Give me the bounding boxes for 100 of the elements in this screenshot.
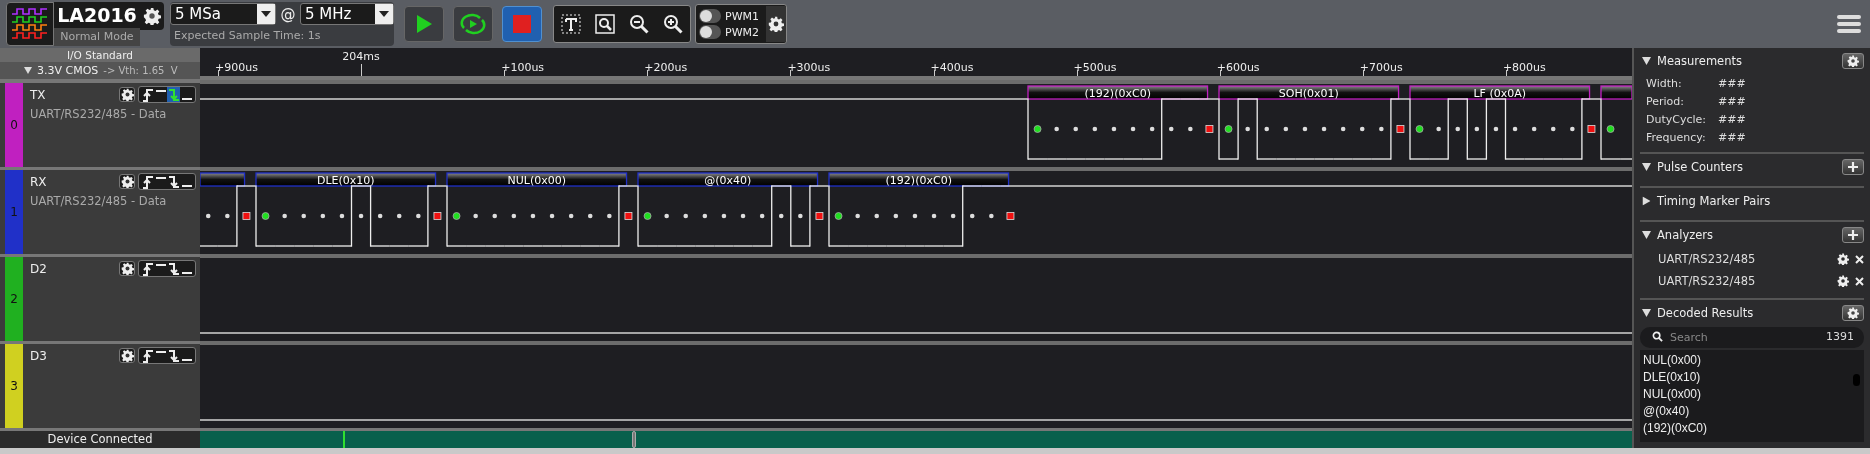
data-bit-dot bbox=[1264, 126, 1270, 132]
frequency-dropdown[interactable]: 5 MHz bbox=[300, 3, 394, 25]
close-icon[interactable] bbox=[1855, 254, 1864, 264]
channel-settings-button[interactable] bbox=[119, 348, 135, 363]
data-bit-dot bbox=[377, 213, 383, 219]
section-header[interactable]: Measurements bbox=[1640, 54, 1742, 68]
zoom-fit-button[interactable] bbox=[592, 11, 618, 37]
channel-settings-button[interactable] bbox=[119, 261, 135, 276]
data-bit-dot bbox=[798, 213, 803, 219]
data-bit-dot bbox=[1283, 126, 1289, 132]
data-bit-dot bbox=[1149, 126, 1155, 132]
data-bit-dot bbox=[1493, 126, 1499, 132]
start-bit-dot bbox=[1415, 125, 1424, 133]
data-bit-dot bbox=[969, 213, 975, 219]
channel-name[interactable]: D2 bbox=[30, 261, 119, 276]
data-bit-dot bbox=[1455, 126, 1461, 132]
status-label: Device Connected bbox=[0, 428, 200, 448]
channel-name[interactable]: RX bbox=[30, 174, 119, 189]
decoded-frame-bar[interactable] bbox=[1027, 85, 1209, 100]
start-bit-trace bbox=[255, 185, 276, 247]
channel-number: 0 bbox=[10, 118, 18, 132]
decoded-result-item[interactable]: NUL(0x00) bbox=[1643, 352, 1861, 369]
data-bit-dot bbox=[492, 213, 498, 219]
data-bit-dot bbox=[1474, 126, 1480, 132]
decoded-frame-bar[interactable] bbox=[637, 172, 819, 187]
data-bit-dot bbox=[1092, 126, 1098, 132]
play-icon bbox=[415, 14, 433, 34]
settings-icon[interactable] bbox=[1837, 275, 1849, 287]
data-bit-dot bbox=[912, 213, 918, 219]
channel-settings-button[interactable] bbox=[119, 174, 135, 189]
data-bit-dot bbox=[1130, 126, 1136, 132]
data-bit-dot bbox=[1321, 126, 1327, 132]
data-bit-dot bbox=[1054, 126, 1059, 132]
pwm-settings-button[interactable] bbox=[766, 6, 786, 42]
decoded-frame-bar[interactable] bbox=[255, 172, 437, 187]
text-tool-button[interactable] bbox=[558, 11, 584, 37]
start-bit-dot bbox=[452, 212, 461, 220]
data-bit-dot bbox=[396, 213, 402, 219]
expand-arrow-icon[interactable] bbox=[24, 67, 32, 74]
tick-label: +100us bbox=[501, 61, 545, 74]
channel-name[interactable]: TX bbox=[30, 87, 119, 102]
section-header[interactable]: Pulse Counters bbox=[1640, 160, 1743, 174]
pwm-label: PWM1 bbox=[725, 9, 759, 23]
decoded-frame-bar[interactable] bbox=[828, 172, 1010, 187]
decoder-settings-button[interactable] bbox=[1842, 305, 1864, 321]
decoded-frame-bar[interactable] bbox=[1409, 85, 1591, 100]
channel-settings-button[interactable] bbox=[119, 87, 135, 102]
analyzer-item[interactable]: UART/RS232/485 bbox=[1658, 274, 1831, 288]
start-bit-trace bbox=[1409, 98, 1430, 160]
stop-bit-marker bbox=[242, 212, 251, 220]
sample-rate-dropdown[interactable]: 5 MSa bbox=[170, 3, 276, 25]
settings-button[interactable] bbox=[140, 2, 164, 30]
io-standard-value[interactable]: 3.3V CMOS bbox=[37, 64, 99, 77]
data-bit-dot bbox=[530, 213, 536, 219]
data-bit-dot bbox=[320, 213, 326, 219]
settings-icon bbox=[1847, 55, 1859, 67]
data-bit-dot bbox=[1436, 126, 1441, 132]
section-header[interactable]: Analyzers bbox=[1640, 228, 1714, 242]
decoded-result-item[interactable]: DLE(0x10) bbox=[1643, 369, 1861, 386]
decoded-result-item[interactable]: NUL(0x00) bbox=[1643, 386, 1861, 403]
measurement-value: ### bbox=[1718, 130, 1746, 144]
falling-edge-icon bbox=[167, 87, 180, 102]
viewport-handle[interactable] bbox=[632, 431, 636, 448]
decoded-result-item[interactable]: (192)(0xC0) bbox=[1643, 420, 1861, 437]
measurement-label: Width: bbox=[1646, 76, 1683, 90]
decoded-frame-bar[interactable] bbox=[446, 172, 628, 187]
tick-label: +900us bbox=[215, 61, 258, 74]
analyzer-item[interactable]: UART/RS232/485 bbox=[1658, 252, 1831, 266]
frame-label: DLE(0x10) bbox=[316, 173, 375, 187]
data-bit-dot bbox=[989, 213, 994, 219]
section-header[interactable]: Decoded Results bbox=[1640, 306, 1754, 320]
expected-sample-time: Expected Sample Time: 1s bbox=[173, 28, 322, 44]
tick-label: +300us bbox=[787, 61, 831, 74]
decoded-result-item[interactable]: @(0x40) bbox=[1643, 403, 1861, 420]
pwm-toggle[interactable] bbox=[699, 9, 721, 23]
stop-bit-marker bbox=[433, 212, 442, 220]
data-bit-dot bbox=[301, 213, 307, 219]
decoded-frame-bar[interactable] bbox=[200, 172, 246, 187]
stop-bit-marker bbox=[1587, 125, 1596, 133]
scrollbar-thumb[interactable] bbox=[1853, 374, 1860, 386]
stop-bit-marker bbox=[1396, 125, 1405, 133]
section-header[interactable]: Timing Marker Pairs bbox=[1640, 194, 1771, 208]
repeat-run-button[interactable] bbox=[453, 6, 493, 42]
run-button[interactable] bbox=[404, 6, 444, 42]
data-bit-dot bbox=[1111, 126, 1117, 132]
menu-icon bbox=[1837, 14, 1861, 34]
data-bit-dot bbox=[702, 213, 708, 219]
data-bit-dot bbox=[225, 213, 230, 219]
add-analyzer-button[interactable] bbox=[1842, 227, 1864, 243]
channel-description: UART/RS232/485 - Data bbox=[30, 194, 168, 208]
measurement-settings-button[interactable] bbox=[1842, 53, 1864, 69]
close-icon[interactable] bbox=[1855, 276, 1864, 286]
data-bit-dot bbox=[1245, 126, 1250, 132]
decoded-frame-bar[interactable] bbox=[1218, 85, 1400, 100]
data-bit-dot bbox=[282, 213, 287, 219]
pwm-toggle[interactable] bbox=[699, 25, 721, 39]
settings-icon[interactable] bbox=[1837, 253, 1849, 265]
add-counter-button[interactable] bbox=[1842, 159, 1864, 175]
start-bit-dot bbox=[1033, 125, 1042, 133]
channel-name[interactable]: D3 bbox=[30, 348, 119, 363]
